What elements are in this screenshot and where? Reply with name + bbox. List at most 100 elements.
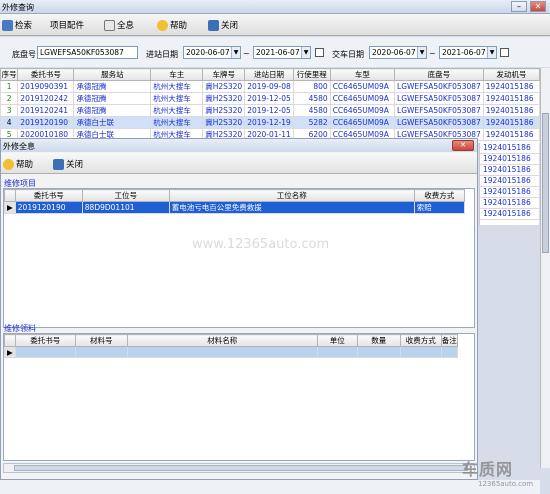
- entry-date-checkbox[interactable]: [315, 48, 324, 57]
- table-row-selected[interactable]: 4 2019120190 承德白士联 杭州大搜车 冀H2S320 2019-12…: [0, 116, 540, 129]
- full-info-button[interactable]: 全息: [104, 17, 134, 33]
- chevron-down-icon[interactable]: ▼: [301, 47, 310, 58]
- row-indicator-header: [4, 189, 16, 202]
- logo-url: 12365auto.com: [478, 480, 534, 488]
- chevron-down-icon[interactable]: ▼: [231, 47, 240, 58]
- col-header[interactable]: 序号: [0, 68, 19, 81]
- cell: 2019-12-05: [244, 104, 294, 117]
- table-row[interactable]: 3 2019120241 承德冠腾 杭州大搜车 冀H2S320 2019-12-…: [0, 104, 540, 117]
- table-row[interactable]: 1 2019090391 承德冠腾 杭州大搜车 冀H2S320 2019-09-…: [0, 80, 540, 93]
- main-toolbar: 检索 项目配件 全息 帮助 关闭: [0, 14, 550, 36]
- dialog-close-button[interactable]: ✕: [452, 140, 474, 151]
- deliver-date-to[interactable]: 2021-06-07 ▼: [439, 46, 497, 59]
- col-header[interactable]: 发动机号: [482, 68, 540, 81]
- parts-button[interactable]: 项目配件: [50, 17, 84, 33]
- cell: 88D9D01101: [81, 201, 170, 214]
- col-header[interactable]: 车主: [150, 68, 204, 81]
- col-header[interactable]: 材料名称: [126, 334, 318, 347]
- col-header[interactable]: 单位: [316, 334, 358, 347]
- vertical-scrollbar[interactable]: [540, 68, 550, 468]
- cell: 3: [0, 104, 19, 117]
- scroll-thumb[interactable]: [542, 113, 549, 253]
- col-header[interactable]: 工位号: [81, 189, 170, 202]
- watermark: www.12365auto.com: [192, 237, 330, 252]
- chassis-value: LGWEFSA50KF053087: [40, 48, 124, 57]
- col-header[interactable]: 行使里程: [292, 68, 331, 81]
- cell: LGWEFSA50KF053087: [394, 104, 484, 117]
- table-row-selected[interactable]: ▶ 2019120190 88D9D01101 蓄电池亏电百公里免费救援 索赔: [4, 201, 465, 214]
- cell: 冀H2S320: [202, 116, 246, 129]
- cell: 2019-12-05: [244, 92, 294, 105]
- cell: 杭州大搜车: [150, 116, 204, 129]
- search-button[interactable]: 检索: [2, 17, 32, 33]
- items-header-row: 委托书号 工位号 工位名称 收费方式: [4, 189, 465, 202]
- dialog-title: 外修全息: [3, 142, 35, 151]
- entry-to-value: 2021-06-07: [256, 48, 300, 57]
- close-window-button[interactable]: ✕: [530, 1, 546, 12]
- col-header[interactable]: 收费方式: [413, 189, 465, 202]
- cell: 1924015186: [482, 128, 540, 141]
- deliver-date-checkbox[interactable]: [500, 48, 509, 57]
- cell: LGWEFSA50KF053087: [394, 116, 484, 129]
- help-icon: [157, 19, 168, 31]
- dialog-help-button[interactable]: 帮助: [3, 156, 33, 172]
- help-label: 帮助: [170, 21, 188, 31]
- search-icon: [2, 19, 13, 31]
- col-header[interactable]: 收费方式: [399, 334, 442, 347]
- window-title: 外修查询: [2, 3, 34, 12]
- col-header[interactable]: 备注: [440, 334, 458, 347]
- main-grid: 序号 委托书号 服务站 车主 车牌号 进站日期 行使里程 车型 底盘号 发动机号…: [0, 68, 540, 143]
- items-table: 委托书号 工位号 工位名称 收费方式 ▶ 2019120190 88D9D011…: [4, 189, 465, 214]
- cell: 2019120190: [17, 116, 75, 129]
- col-header[interactable]: 进站日期: [244, 68, 294, 81]
- cell: 2019120242: [17, 92, 75, 105]
- filter-bar: 底盘号 LGWEFSA50KF053087 进站日期 2020-06-07 ▼ ~…: [0, 37, 550, 67]
- help-button[interactable]: 帮助: [157, 17, 187, 33]
- col-header[interactable]: 底盘号: [394, 68, 484, 81]
- help-icon: [3, 158, 14, 170]
- logo-mark: 车质网: [462, 460, 514, 479]
- engine-cell: 1924015186: [480, 209, 539, 220]
- cell: 2019-12-19: [244, 116, 294, 129]
- cell: 1924015186: [482, 80, 540, 93]
- cell: 1: [0, 80, 19, 93]
- entry-date-from[interactable]: 2020-06-07 ▼: [183, 46, 241, 59]
- entry-date-to[interactable]: 2021-06-07 ▼: [253, 46, 311, 59]
- col-header[interactable]: 车牌号: [202, 68, 246, 81]
- cell: 蓄电池亏电百公里免费救援: [168, 201, 415, 214]
- cell: 1924015186: [482, 104, 540, 117]
- engine-cell: 1924015186: [480, 176, 539, 187]
- results-header-row: 序号 委托书号 服务站 车主 车牌号 进站日期 行使里程 车型 底盘号 发动机号: [0, 68, 540, 81]
- chevron-down-icon[interactable]: ▼: [487, 47, 496, 58]
- col-header[interactable]: 材料号: [74, 334, 128, 347]
- col-header[interactable]: 委托书号: [14, 189, 83, 202]
- col-header[interactable]: 委托书号: [17, 68, 75, 81]
- close-icon: [53, 158, 64, 170]
- col-header[interactable]: 工位名称: [168, 189, 415, 202]
- close-button[interactable]: 关闭: [208, 17, 238, 33]
- dialog-close-tool-button[interactable]: 关闭: [53, 156, 83, 172]
- deliver-date-from[interactable]: 2020-06-07 ▼: [369, 46, 427, 59]
- row-pointer-icon: ▶: [4, 346, 16, 358]
- table-row-empty[interactable]: ▶: [4, 346, 458, 358]
- dialog-toolbar: 帮助 关闭: [1, 153, 477, 174]
- col-header[interactable]: 委托书号: [14, 334, 76, 347]
- cell: CC6465UM09A: [329, 92, 396, 105]
- cell: 索赔: [413, 201, 465, 214]
- close-icon: [208, 19, 219, 31]
- col-header[interactable]: 车型: [329, 68, 396, 81]
- cell: LGWEFSA50KF053087: [394, 80, 484, 93]
- dialog-help-label: 帮助: [16, 160, 34, 170]
- cell: 冀H2S320: [202, 80, 246, 93]
- col-header[interactable]: 数量: [356, 334, 401, 347]
- cell: 杭州大搜车: [150, 80, 204, 93]
- minimize-button[interactable]: –: [511, 1, 527, 12]
- col-header[interactable]: 服务站: [73, 68, 152, 81]
- horizontal-scrollbar[interactable]: [3, 463, 475, 473]
- chassis-input[interactable]: LGWEFSA50KF053087: [37, 46, 138, 59]
- table-row[interactable]: 2 2019120242 承德冠腾 杭州大搜车 冀H2S320 2019-12-…: [0, 92, 540, 105]
- deliver-date-label: 交车日期: [332, 50, 364, 59]
- chevron-down-icon[interactable]: ▼: [417, 47, 426, 58]
- scroll-thumb[interactable]: [14, 465, 468, 471]
- items-panel: 委托书号 工位号 工位名称 收费方式 ▶ 2019120190 88D9D011…: [3, 188, 475, 328]
